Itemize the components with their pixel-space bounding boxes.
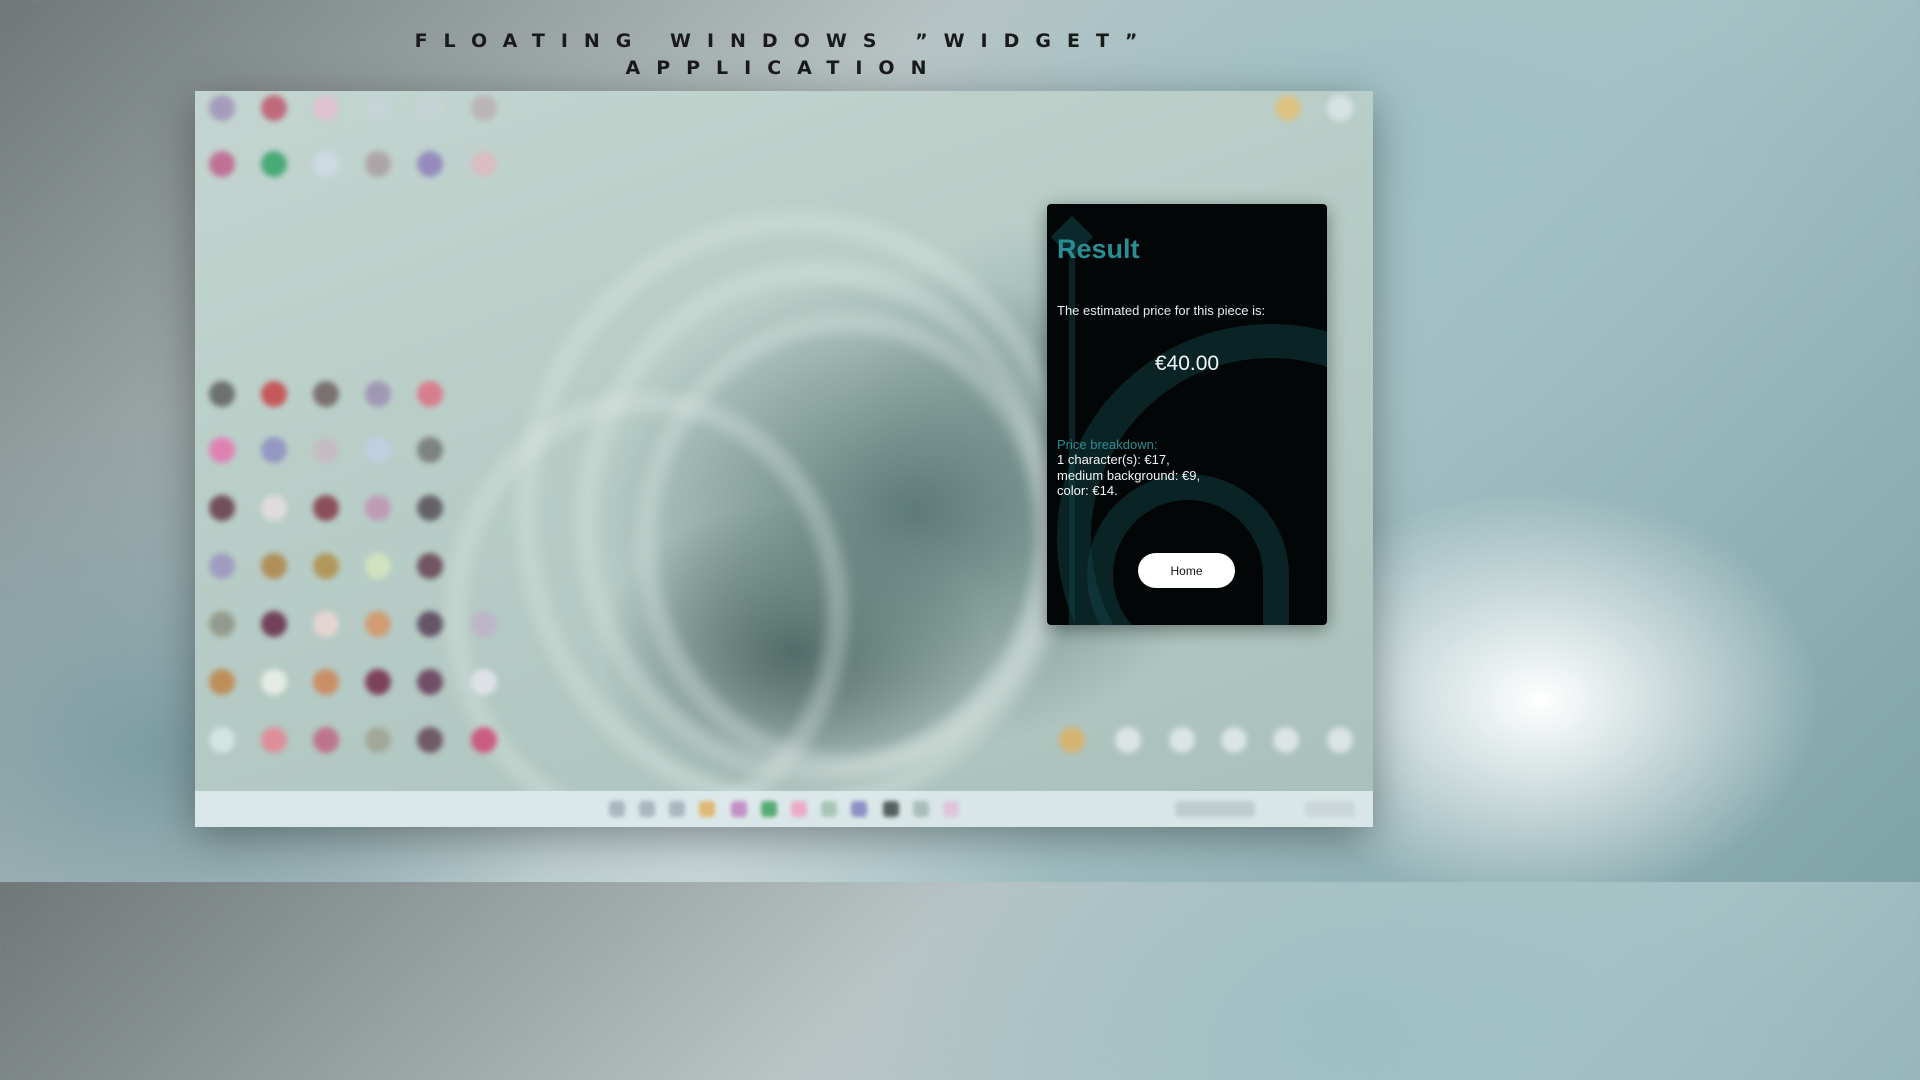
desktop-icon[interactable] [471,669,497,695]
desktop-icon[interactable] [313,727,339,753]
desktop-icon[interactable] [209,727,235,753]
desktop-icon[interactable] [1327,95,1353,121]
desktop-icon[interactable] [471,727,497,753]
desktop-icon[interactable] [417,669,443,695]
desktop-icon[interactable] [1169,727,1195,753]
desktop-icon[interactable] [1221,727,1247,753]
breakdown-item: color: €14. [1057,483,1118,498]
taskbar-icon[interactable] [699,801,715,817]
desktop-icon[interactable] [209,611,235,637]
desktop-icon[interactable] [1115,727,1141,753]
desktop-icon[interactable] [261,553,287,579]
desktop-icon[interactable] [209,495,235,521]
desktop-icon[interactable] [417,611,443,637]
desktop-icon[interactable] [209,95,235,121]
desktop-icon[interactable] [313,95,339,121]
desktop-icon[interactable] [471,151,497,177]
taskbar-icon[interactable] [851,801,867,817]
taskbar-icon[interactable] [913,801,929,817]
widget-title: Result [1057,234,1140,264]
desktop-icon[interactable] [417,553,443,579]
page-title-line2: APPLICATION [625,57,943,79]
system-tray[interactable] [1175,801,1255,817]
desktop-icon[interactable] [261,669,287,695]
desktop-icon[interactable] [209,669,235,695]
desktop-icon[interactable] [365,611,391,637]
desktop-icon[interactable] [471,611,497,637]
desktop-icon[interactable] [417,437,443,463]
desktop-icon[interactable] [261,381,287,407]
desktop-icon[interactable] [365,151,391,177]
taskbar [195,791,1373,827]
home-button[interactable]: Home [1138,553,1235,588]
desktop-icon[interactable] [365,727,391,753]
taskbar-icon[interactable] [821,801,837,817]
desktop-icon[interactable] [365,669,391,695]
taskbar-icon[interactable] [669,801,685,817]
taskbar-icon[interactable] [943,801,959,817]
desktop-icon[interactable] [313,495,339,521]
taskbar-icon[interactable] [639,801,655,817]
desktop-icon[interactable] [365,553,391,579]
page-title-line1: FLOATING WINDOWS ”WIDGET” [414,30,1154,52]
taskbar-icon[interactable] [761,801,777,817]
price-breakdown-label: Price breakdown: [1057,437,1158,452]
desktop-icon[interactable] [417,495,443,521]
estimated-price: €40.00 [1154,352,1220,375]
desktop-icon[interactable] [261,95,287,121]
taskbar-icon[interactable] [731,801,747,817]
desktop-icon[interactable] [261,495,287,521]
page-title: FLOATING WINDOWS ”WIDGET” APPLICATION [0,28,1568,82]
desktop-icon[interactable] [209,437,235,463]
desktop-icon[interactable] [417,95,443,121]
breakdown-item: medium background: €9, [1057,468,1201,483]
desktop-icon[interactable] [417,151,443,177]
desktop-icon[interactable] [313,553,339,579]
desktop-icon[interactable] [365,495,391,521]
desktop-icon[interactable] [365,381,391,407]
desktop-icon[interactable] [1275,95,1301,121]
breakdown-item: 1 character(s): €17, [1057,452,1170,467]
desktop-icon[interactable] [1273,727,1299,753]
desktop-icon[interactable] [313,151,339,177]
desktop-icon[interactable] [417,727,443,753]
taskbar-icon[interactable] [791,801,807,817]
desktop-icon[interactable] [1059,727,1085,753]
desktop-icon[interactable] [313,437,339,463]
desktop-icon[interactable] [209,381,235,407]
desktop-icon[interactable] [313,669,339,695]
desktop-icon[interactable] [313,611,339,637]
desktop-icon[interactable] [261,727,287,753]
result-widget: Result The estimated price for this piec… [1047,204,1327,625]
price-description: The estimated price for this piece is: [1057,303,1266,318]
desktop-icon[interactable] [1327,727,1353,753]
desktop-icon[interactable] [209,553,235,579]
desktop-icon[interactable] [365,437,391,463]
widget-background-logo [1069,244,1075,625]
desktop-icon[interactable] [261,437,287,463]
taskbar-icon[interactable] [883,801,899,817]
wallpaper-swirl [445,391,849,827]
desktop-icon[interactable] [313,381,339,407]
desktop-icon[interactable] [209,151,235,177]
desktop-icon[interactable] [417,381,443,407]
desktop-icon[interactable] [471,95,497,121]
clock[interactable] [1305,801,1355,817]
desktop-icon[interactable] [365,95,391,121]
desktop-icon[interactable] [261,151,287,177]
taskbar-icon[interactable] [609,801,625,817]
desktop-icon[interactable] [261,611,287,637]
